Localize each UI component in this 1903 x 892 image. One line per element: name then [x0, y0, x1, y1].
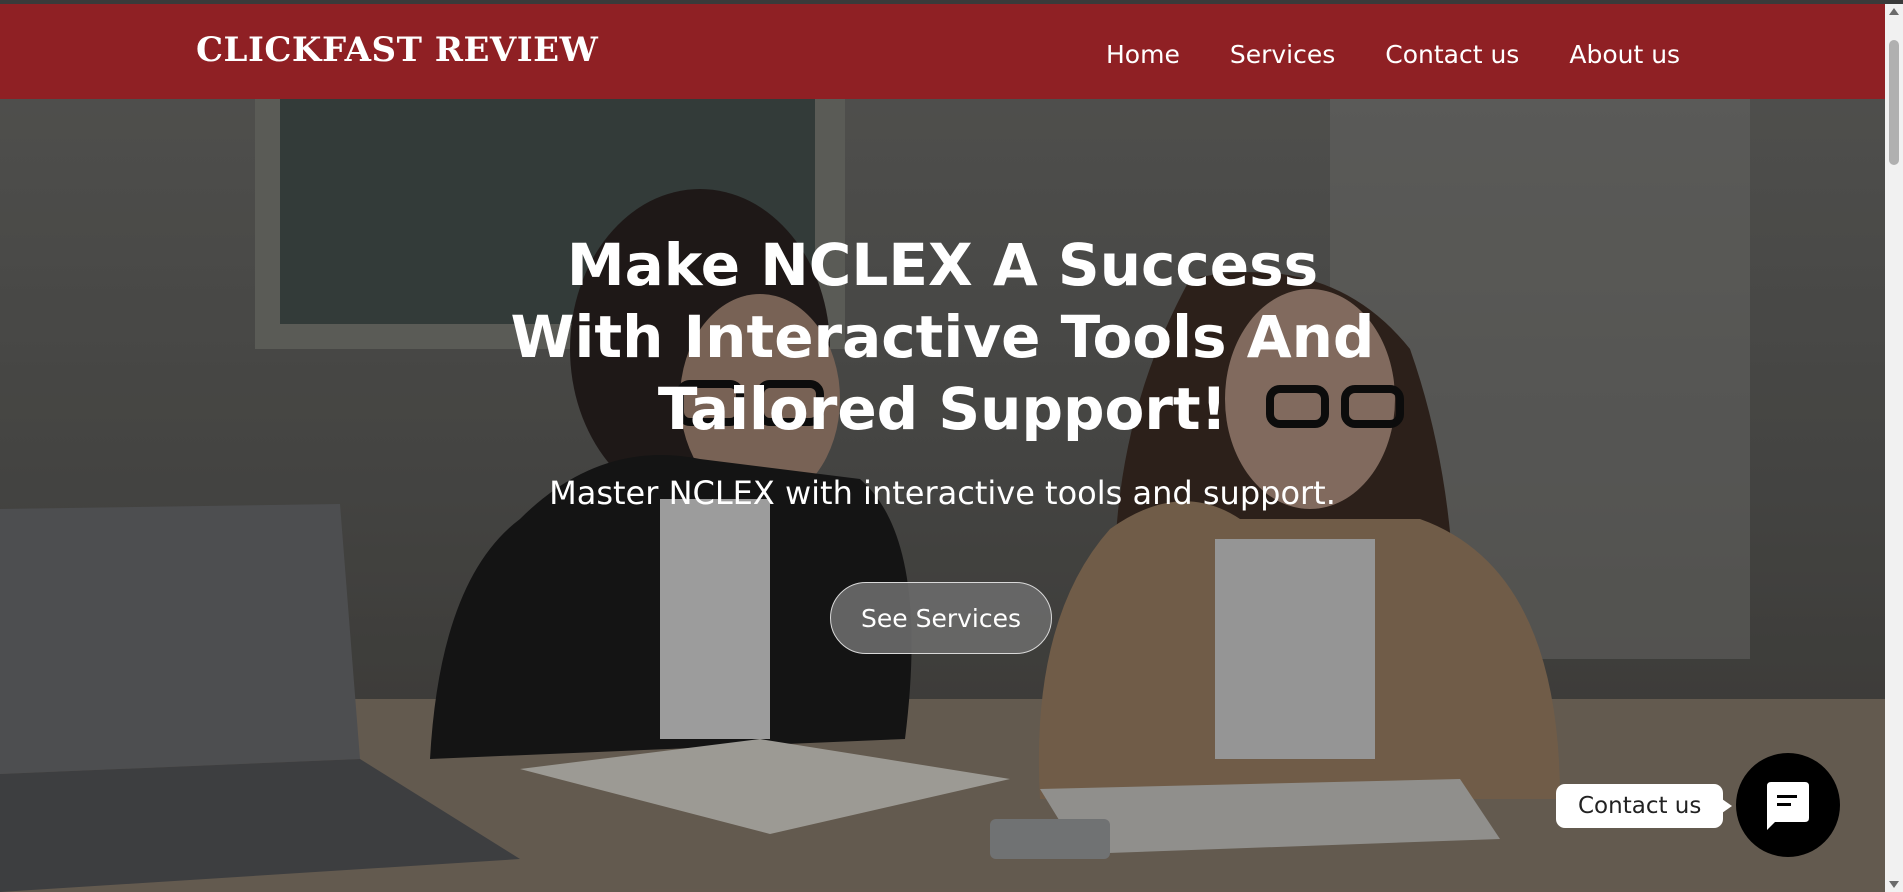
hero-section: Make NCLEX A Success With Interactive To…	[0, 99, 1885, 892]
scroll-thumb[interactable]	[1889, 40, 1899, 165]
chat-widget-button[interactable]	[1736, 753, 1840, 857]
nav-links: Home Services Contact us About us	[1106, 40, 1680, 69]
hero-subtitle: Master NCLEX with interactive tools and …	[549, 474, 1336, 512]
nav-link-about-us[interactable]: About us	[1569, 40, 1680, 69]
navbar: CLICKFAST REVIEW Home Services Contact u…	[0, 4, 1885, 99]
chat-bubble-icon	[1767, 782, 1809, 830]
vertical-scrollbar[interactable]	[1885, 4, 1903, 892]
nav-link-contact-us[interactable]: Contact us	[1385, 40, 1519, 69]
see-services-button[interactable]: See Services	[830, 582, 1052, 654]
chat-widget-label[interactable]: Contact us	[1556, 784, 1733, 828]
scroll-down-arrow-icon[interactable]	[1889, 881, 1899, 888]
site-logo[interactable]: CLICKFAST REVIEW	[196, 30, 598, 70]
nav-link-home[interactable]: Home	[1106, 40, 1180, 69]
nav-link-services[interactable]: Services	[1230, 40, 1335, 69]
hero-title: Make NCLEX A Success With Interactive To…	[510, 231, 1375, 443]
scroll-up-arrow-icon[interactable]	[1889, 8, 1899, 15]
